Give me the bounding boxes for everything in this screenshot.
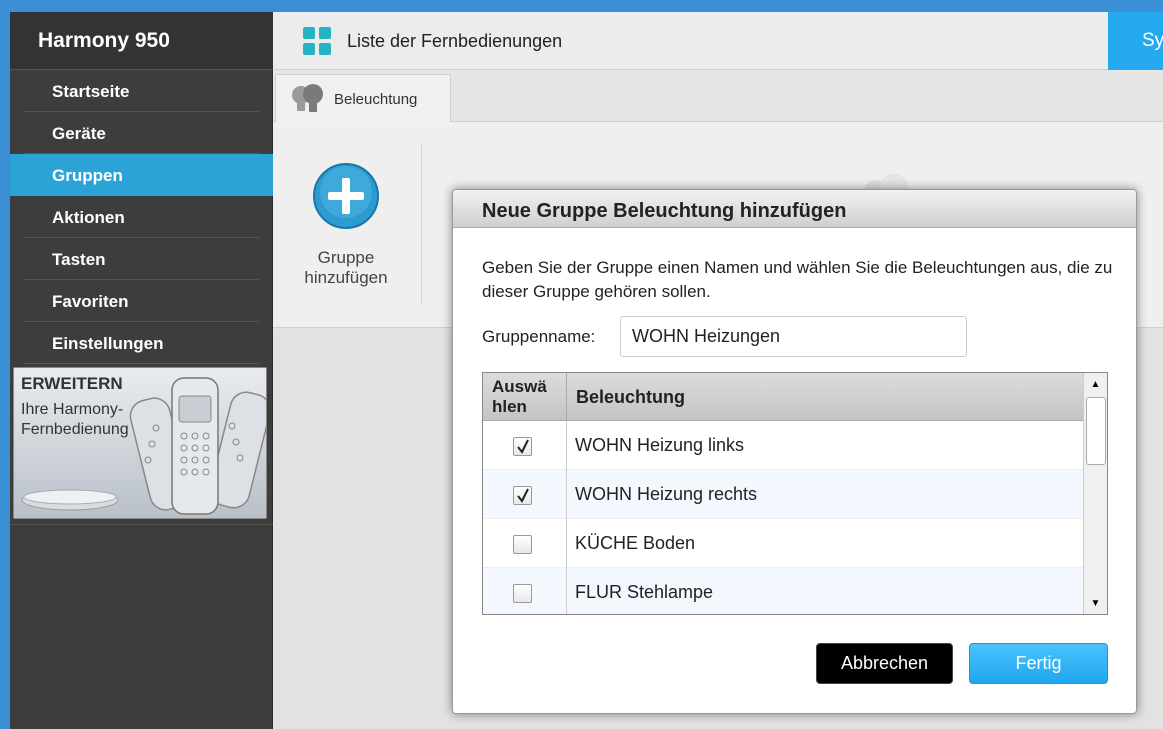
sidebar-nav: Startseite Geräte Gruppen Aktionen Taste… — [10, 70, 273, 364]
sidebar-item-tasten[interactable]: Tasten — [10, 238, 273, 280]
sidebar: Harmony 950 Startseite Geräte Gruppen Ak… — [10, 12, 273, 729]
lights-table: Auswä hlen Beleuchtung WOHN Heizung link… — [482, 372, 1108, 615]
scroll-down-arrow-icon[interactable]: ▼ — [1084, 592, 1107, 614]
check-icon — [517, 439, 529, 454]
content-divider — [421, 144, 422, 304]
bulbs-icon — [292, 84, 323, 112]
light-name: WOHN Heizung rechts — [575, 484, 758, 504]
plus-circle-icon — [313, 163, 379, 229]
scroll-thumb[interactable] — [1086, 397, 1106, 465]
table-row[interactable]: WOHN Heizung rechts — [483, 470, 1083, 519]
add-group-button[interactable]: Gruppe hinzufügen — [293, 162, 399, 288]
sidebar-item-aktionen[interactable]: Aktionen — [10, 196, 273, 238]
row-checkbox[interactable] — [513, 486, 532, 505]
top-bar: Liste der Fernbedienungen Sy — [273, 12, 1163, 70]
table-scrollbar[interactable]: ▲ ▼ — [1083, 373, 1107, 614]
cancel-button[interactable]: Abbrechen — [816, 643, 953, 684]
remotes-illustration — [21, 377, 266, 515]
upgrade-promo-banner[interactable]: ERWEITERN Ihre Harmony-Fernbedienung — [13, 367, 267, 519]
sync-button[interactable]: Sy — [1108, 12, 1163, 70]
sidebar-item-geraete[interactable]: Geräte — [10, 112, 273, 154]
select-cell — [483, 519, 567, 568]
grid-icon — [303, 27, 331, 55]
done-button[interactable]: Fertig — [969, 643, 1108, 684]
row-checkbox[interactable] — [513, 437, 532, 456]
check-icon — [517, 488, 529, 503]
table-row[interactable]: KÜCHE Boden — [483, 519, 1083, 568]
column-header-name: Beleuchtung — [576, 387, 686, 407]
select-cell — [483, 421, 567, 470]
dialog-description: Geben Sie der Gruppe einen Namen und wäh… — [482, 258, 1113, 301]
tab-beleuchtung[interactable]: Beleuchtung — [275, 74, 451, 123]
app-title: Harmony 950 — [10, 12, 273, 70]
tab-row: Beleuchtung — [273, 70, 1163, 123]
select-cell — [483, 568, 567, 614]
row-checkbox[interactable] — [513, 535, 532, 554]
select-cell — [483, 470, 567, 519]
table-row[interactable]: WOHN Heizung links — [483, 421, 1083, 470]
sidebar-item-gruppen[interactable]: Gruppen — [10, 154, 273, 196]
remote-list-label: Liste der Fernbedienungen — [347, 30, 563, 51]
new-group-dialog: Neue Gruppe Beleuchtung hinzufügen Geben… — [452, 189, 1137, 714]
group-name-label: Gruppenname: — [482, 327, 596, 346]
sidebar-item-startseite[interactable]: Startseite — [10, 70, 273, 112]
light-name: WOHN Heizung links — [575, 435, 745, 455]
light-name: FLUR Stehlampe — [575, 582, 714, 602]
table-header: Auswä hlen Beleuchtung — [483, 373, 1083, 421]
tab-label: Beleuchtung — [334, 90, 418, 108]
table-row[interactable]: FLUR Stehlampe — [483, 568, 1083, 614]
sidebar-item-einstellungen[interactable]: Einstellungen — [10, 322, 273, 364]
group-name-input[interactable] — [620, 316, 967, 357]
dialog-title: Neue Gruppe Beleuchtung hinzufügen — [453, 190, 1136, 228]
row-checkbox[interactable] — [513, 584, 532, 603]
sidebar-divider — [10, 524, 273, 525]
sidebar-item-favoriten[interactable]: Favoriten — [10, 280, 273, 322]
add-group-label: Gruppe hinzufügen — [304, 248, 388, 287]
remote-list-link[interactable]: Liste der Fernbedienungen — [303, 24, 562, 58]
scroll-up-arrow-icon[interactable]: ▲ — [1084, 373, 1107, 395]
light-name: KÜCHE Boden — [575, 533, 696, 553]
column-header-select: Auswä hlen — [483, 373, 567, 421]
